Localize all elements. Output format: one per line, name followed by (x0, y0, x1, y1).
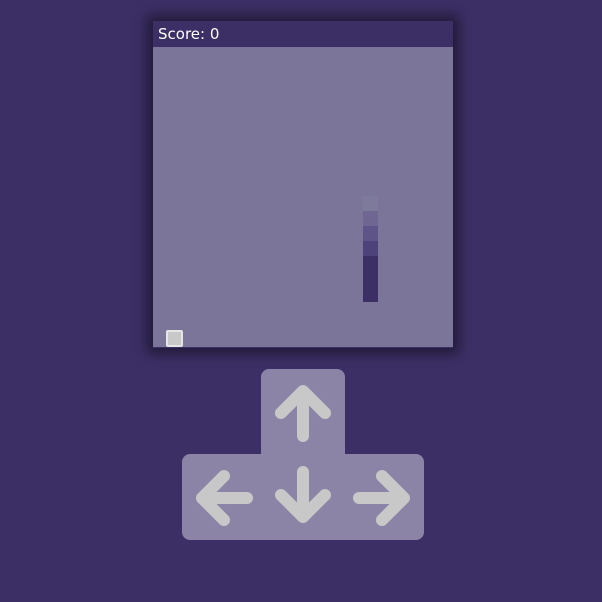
score-display: Score: 0 (153, 21, 453, 47)
snake-segment (363, 226, 378, 241)
left-button[interactable] (188, 463, 258, 533)
arrow-right-icon (353, 470, 410, 526)
up-button[interactable] (268, 377, 338, 447)
down-button[interactable] (268, 461, 338, 531)
food-pellet (166, 330, 183, 347)
snake-segment (363, 211, 378, 226)
arrow-down-icon (275, 466, 331, 523)
right-button[interactable] (348, 463, 418, 533)
game-board (153, 47, 453, 347)
snake-head (363, 256, 378, 302)
arrow-left-icon (196, 470, 253, 526)
arrow-up-icon (275, 385, 331, 442)
snake-segment (363, 241, 378, 256)
game-window: Score: 0 (153, 21, 453, 348)
snake-tail-segment (363, 196, 378, 211)
